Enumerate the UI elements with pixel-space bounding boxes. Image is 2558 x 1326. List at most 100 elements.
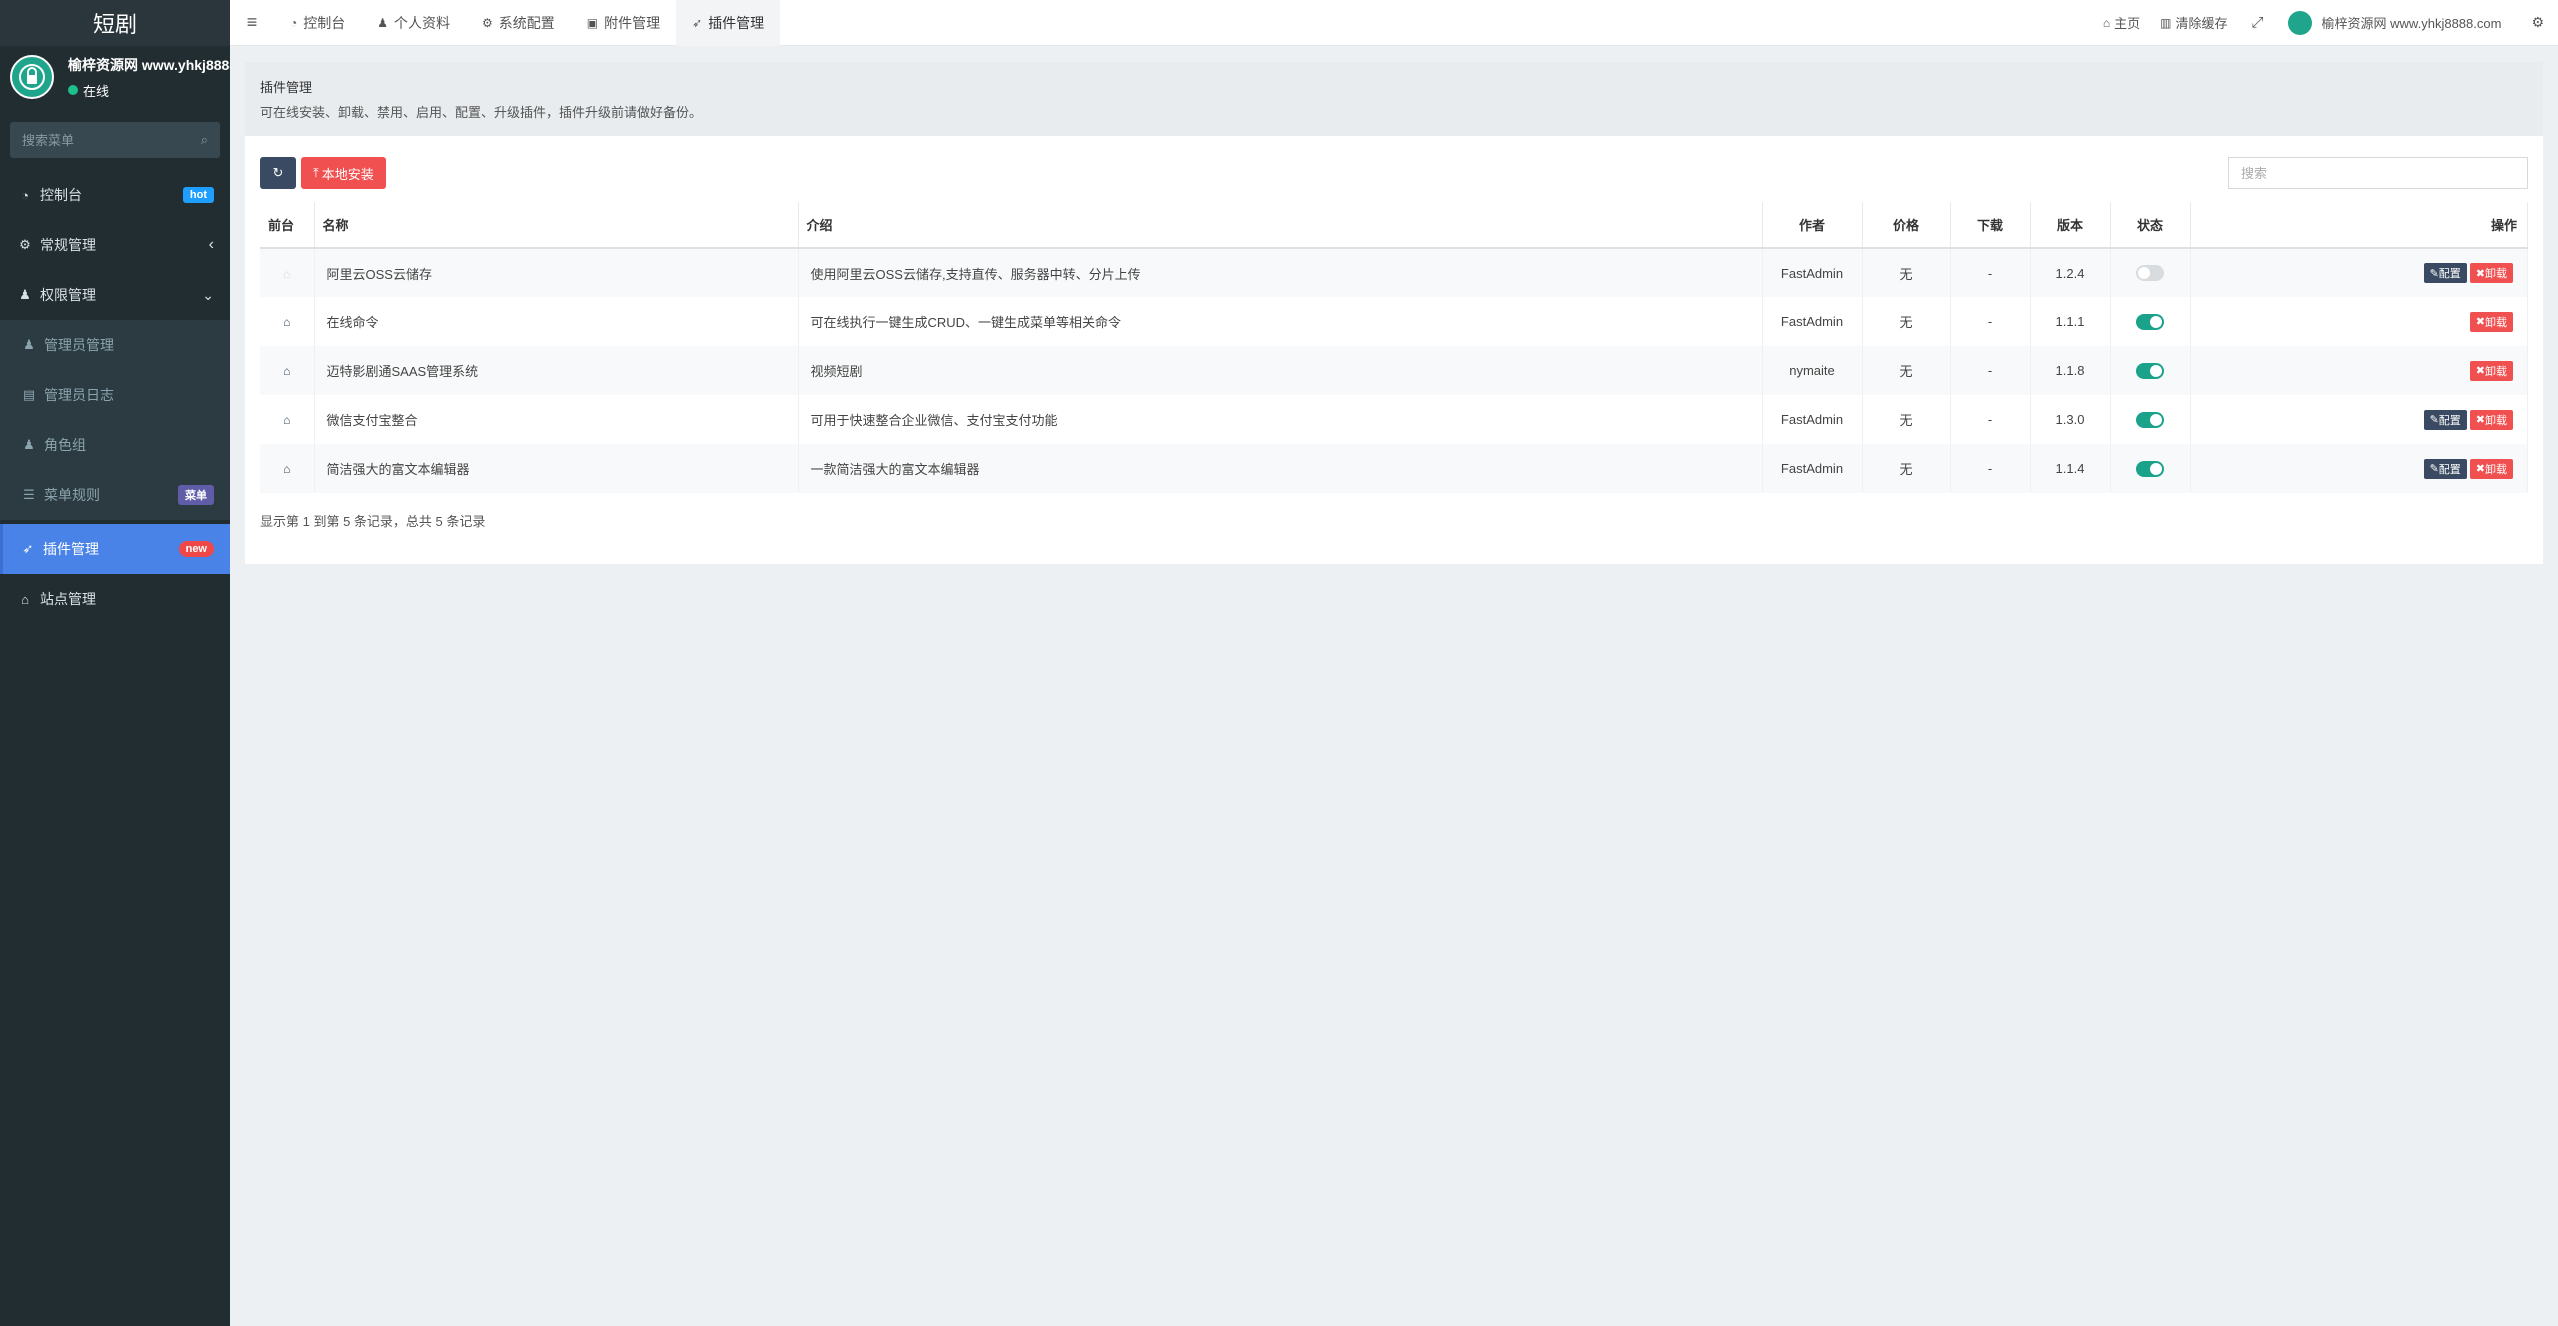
app-logo[interactable]: 短剧 xyxy=(0,0,230,46)
local-install-button[interactable]: ⤒ 本地安装 xyxy=(301,157,386,189)
status-toggle[interactable] xyxy=(2136,313,2164,330)
home-icon[interactable]: ⌂ xyxy=(283,462,290,476)
uninstall-button[interactable]: ✖ 卸载 xyxy=(2469,458,2513,479)
home-icon[interactable]: ⌂ xyxy=(283,364,290,378)
page-description: 可在线安装、卸载、禁用、启用、配置、升级插件，插件升级前请做好备份。 xyxy=(260,105,703,120)
tab-label: 控制台 xyxy=(303,14,346,31)
addon-price: 无 xyxy=(1862,346,1951,395)
home-link[interactable]: ⌂ 主页 xyxy=(2093,0,2150,46)
addon-table: 前台 名称 介绍 作者 价格 下载 版本 状态 操作 ⌂ 阿里云OSS云储存 使… xyxy=(260,202,2528,493)
sidebar-item-role-group[interactable]: ♟ 角色组 xyxy=(0,420,230,470)
addon-downloads: - xyxy=(1950,346,2031,395)
status-toggle[interactable] xyxy=(2136,265,2164,282)
sidebar-search: ⌕ xyxy=(10,122,220,158)
uninstall-button[interactable]: ✖ 卸载 xyxy=(2469,263,2513,283)
col-version[interactable]: 版本 xyxy=(2030,202,2111,249)
tab-attachment[interactable]: ▣ 附件管理 xyxy=(571,0,676,46)
addon-intro: 一款简洁强大的富文本编辑器 xyxy=(798,444,1763,493)
settings-gear-icon[interactable]: ⚙ xyxy=(2521,0,2558,46)
addon-name: 简洁强大的富文本编辑器 xyxy=(314,444,799,493)
tab-addon[interactable]: ➶ 插件管理 xyxy=(676,0,781,46)
addon-price: 无 xyxy=(1862,297,1951,346)
sidebar-item-site[interactable]: ⌂ 站点管理 xyxy=(0,574,230,624)
uninstall-button[interactable]: ✖ 卸载 xyxy=(2469,360,2513,381)
sidebar-item-dashboard[interactable]: ◔ 控制台 hot xyxy=(0,170,230,220)
pencil-icon: ✎ xyxy=(2429,463,2439,475)
col-status[interactable]: 状态 xyxy=(2110,202,2191,249)
sidebar-item-label: 站点管理 xyxy=(40,591,96,607)
search-icon[interactable]: ⌕ xyxy=(201,132,208,148)
addon-intro: 视频短剧 xyxy=(798,346,1763,395)
config-label: 配置 xyxy=(2438,463,2461,476)
user-icon: ♟ xyxy=(377,15,389,30)
close-icon: ✖ xyxy=(2475,365,2485,377)
user-panel: 榆梓资源网 www.yhkj8888 在线 xyxy=(0,46,230,108)
col-downloads[interactable]: 下载 xyxy=(1950,202,2031,249)
hamburger-menu-icon[interactable]: ≡ xyxy=(230,0,274,46)
addon-price: 无 xyxy=(1862,248,1951,297)
sidebar-item-admin-log[interactable]: ▤ 管理员日志 xyxy=(0,370,230,420)
uninstall-label: 卸载 xyxy=(2485,316,2507,329)
col-name[interactable]: 名称 xyxy=(314,202,799,249)
addon-downloads: - xyxy=(1950,297,2031,346)
tab-config[interactable]: ⚙ 系统配置 xyxy=(466,0,571,46)
sidebar-item-auth[interactable]: ♟ 权限管理 ⌄ xyxy=(0,270,230,320)
status-toggle[interactable] xyxy=(2136,460,2164,477)
sidebar-item-addon[interactable]: ➶ 插件管理 new xyxy=(0,524,230,574)
fullscreen-icon[interactable]: ⤢ xyxy=(2238,0,2278,46)
close-icon: ✖ xyxy=(2475,267,2485,280)
user-status: 在线 xyxy=(68,81,230,100)
close-icon: ✖ xyxy=(2475,463,2485,475)
config-button[interactable]: ✎ 配置 xyxy=(2423,458,2467,479)
sidebar-search-input[interactable] xyxy=(22,132,182,148)
status-toggle[interactable] xyxy=(2136,411,2164,428)
home-icon[interactable]: ⌂ xyxy=(283,315,290,329)
site-profile-link[interactable]: 榆梓资源网 www.yhkj8888.com xyxy=(2278,0,2522,46)
addon-price: 无 xyxy=(1862,444,1951,493)
clear-cache-button[interactable]: ▥ 清除缓存 xyxy=(2150,0,2237,46)
tab-dashboard[interactable]: ◔ 控制台 xyxy=(274,0,361,46)
col-intro[interactable]: 介绍 xyxy=(798,202,1763,249)
home-icon[interactable]: ⌂ xyxy=(283,267,290,281)
toolbar: ↻ ⤒ 本地安装 xyxy=(260,156,2528,190)
refresh-button[interactable]: ↻ xyxy=(260,157,296,189)
uninstall-button[interactable]: ✖ 卸载 xyxy=(2469,409,2513,430)
pencil-icon: ✎ xyxy=(2429,267,2439,280)
pencil-icon: ✎ xyxy=(2429,414,2439,426)
col-frontend[interactable]: 前台 xyxy=(260,202,315,249)
uninstall-label: 卸载 xyxy=(2485,268,2507,280)
upload-icon: ⤒ xyxy=(313,165,319,180)
config-button[interactable]: ✎ 配置 xyxy=(2423,409,2467,430)
addon-author: FastAdmin xyxy=(1762,395,1863,444)
addon-intro: 可用于快速整合企业微信、支付宝支付功能 xyxy=(798,395,1763,444)
addon-intro: 使用阿里云OSS云储存,支持直传、服务器中转、分片上传 xyxy=(798,248,1763,297)
sidebar-item-general[interactable]: ⚙ 常规管理 ‹ xyxy=(0,220,230,270)
addon-name: 迈特影剧通SAAS管理系统 xyxy=(314,346,799,395)
config-label: 配置 xyxy=(2438,268,2461,280)
uninstall-button[interactable]: ✖ 卸载 xyxy=(2469,311,2513,332)
tab-label: 个人资料 xyxy=(394,14,451,31)
file-image-icon: ▣ xyxy=(586,15,599,30)
rocket-icon: ➶ xyxy=(692,15,703,30)
chevron-left-icon: ‹ xyxy=(208,236,214,253)
sidebar-item-label: 管理员管理 xyxy=(44,337,114,353)
sidebar-item-label: 角色组 xyxy=(44,437,86,453)
clear-cache-label: 清除缓存 xyxy=(2175,16,2228,31)
home-icon[interactable]: ⌂ xyxy=(283,413,290,427)
page-title: 插件管理 xyxy=(260,80,313,95)
table-row: ⌂ 阿里云OSS云储存 使用阿里云OSS云储存,支持直传、服务器中转、分片上传 … xyxy=(260,248,2528,297)
local-install-label: 本地安装 xyxy=(321,166,374,182)
page-header: 插件管理 可在线安装、卸载、禁用、启用、配置、升级插件，插件升级前请做好备份。 xyxy=(245,62,2543,136)
tab-profile[interactable]: ♟ 个人资料 xyxy=(361,0,466,46)
user-name: 榆梓资源网 www.yhkj8888 xyxy=(68,56,230,73)
sidebar-item-menu-rule[interactable]: ☰ 菜单规则 菜单 xyxy=(0,470,230,520)
new-badge: new xyxy=(178,541,214,557)
table-search-input[interactable] xyxy=(2228,157,2528,189)
sidebar-item-label: 管理员日志 xyxy=(44,387,114,403)
sidebar-item-admin[interactable]: ♟ 管理员管理 xyxy=(0,320,230,370)
col-author[interactable]: 作者 xyxy=(1762,202,1863,249)
config-button[interactable]: ✎ 配置 xyxy=(2423,263,2467,283)
uninstall-label: 卸载 xyxy=(2485,463,2507,476)
status-toggle[interactable] xyxy=(2136,362,2164,379)
col-price[interactable]: 价格 xyxy=(1862,202,1951,249)
